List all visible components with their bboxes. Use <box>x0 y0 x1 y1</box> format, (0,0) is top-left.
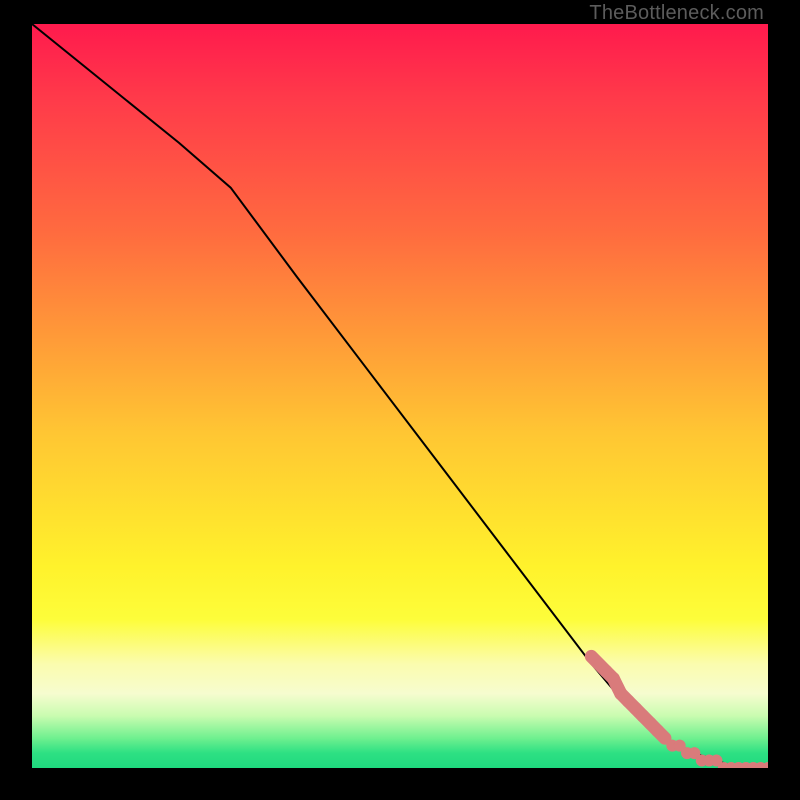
chart-svg <box>32 24 768 768</box>
plot-area <box>32 24 768 768</box>
main-curve-path <box>32 24 768 768</box>
series-thick-segment <box>591 656 665 738</box>
series-curve <box>32 24 768 768</box>
attribution-text: TheBottleneck.com <box>589 2 764 25</box>
thick-segment-piece <box>658 731 665 738</box>
series-dots <box>666 740 768 768</box>
chart-frame: TheBottleneck.com <box>0 0 800 800</box>
